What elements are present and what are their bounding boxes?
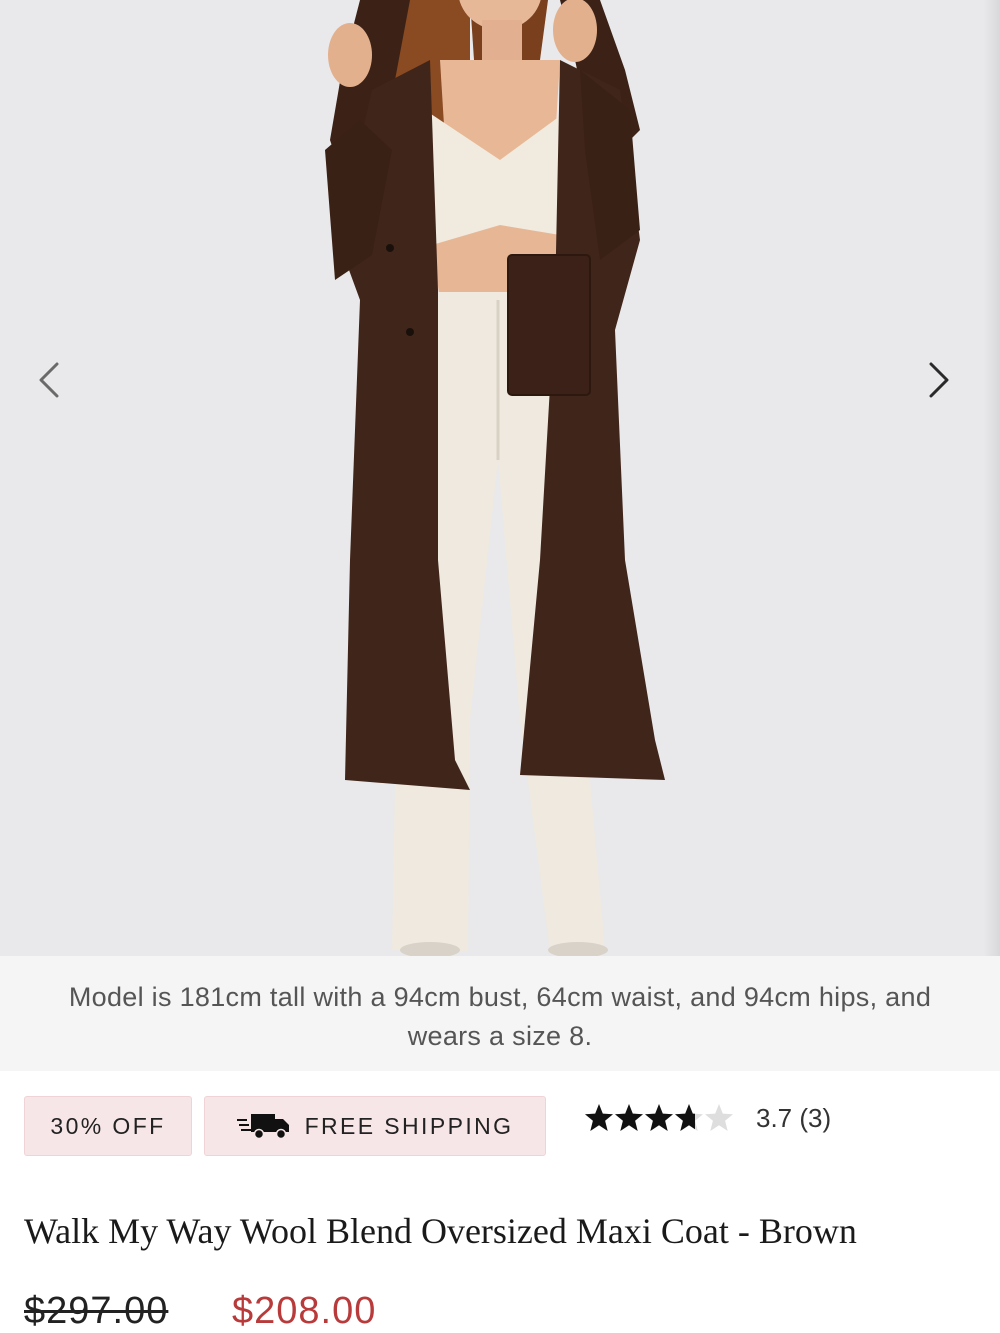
next-image-button[interactable] — [912, 352, 968, 408]
chevron-right-icon — [929, 362, 949, 398]
previous-image-button[interactable] — [20, 352, 76, 408]
product-image[interactable] — [0, 0, 1000, 956]
star-icon — [585, 1104, 613, 1131]
delivery-truck-icon — [236, 1112, 291, 1140]
sale-price: $208.00 — [232, 1290, 377, 1332]
discount-badge: 30% OFF — [24, 1096, 192, 1156]
star-icon — [615, 1104, 643, 1131]
product-rating[interactable]: 3.7 (3) — [584, 1098, 831, 1138]
rating-stars — [584, 1103, 734, 1133]
chevron-left-icon — [39, 362, 59, 398]
product-title: Walk My Way Wool Blend Oversized Maxi Co… — [24, 1211, 857, 1251]
rating-summary: 3.7 (3) — [756, 1102, 832, 1133]
gallery-edge — [984, 0, 1000, 956]
free-shipping-badge: FREE SHIPPING — [204, 1096, 546, 1156]
star-icon — [675, 1104, 703, 1131]
model-size-caption: Model is 181cm tall with a 94cm bust, 64… — [0, 956, 1000, 1071]
original-price: $297.00 — [24, 1290, 169, 1332]
star-icon — [705, 1104, 733, 1131]
product-image-gallery[interactable] — [0, 0, 1000, 956]
free-shipping-label: FREE SHIPPING — [304, 1112, 514, 1139]
discount-badge-label: 30% OFF — [50, 1112, 166, 1139]
star-icon — [645, 1104, 673, 1131]
